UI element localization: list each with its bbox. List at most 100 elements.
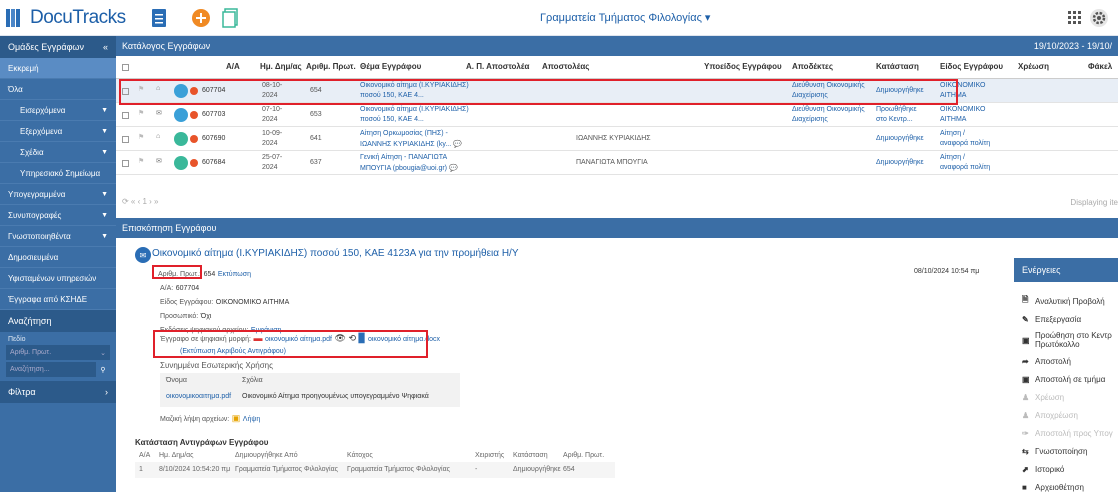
collapse-sidebar-icon[interactable]: «	[103, 42, 108, 52]
print-link[interactable]: Εκτύπωση	[218, 271, 251, 278]
logo-text: DocuTracks	[30, 7, 126, 28]
flag-icon[interactable]: ⚑	[138, 109, 144, 117]
col-doc-type[interactable]: Είδος Εγγράφου	[940, 62, 1003, 71]
sidebar-item[interactable]: Υφισταμένων υπηρεσιών	[0, 268, 116, 289]
select-all-checkbox[interactable]	[122, 64, 129, 71]
action-label: Αναλυτική Προβολή	[1035, 296, 1105, 306]
add-new-icon[interactable]	[190, 7, 212, 29]
pager[interactable]: ⟳ « ‹ 1 › »	[122, 197, 159, 206]
action-item[interactable]: ▣ Προώθηση στο Κεντρ Πρωτόκολλο	[1014, 328, 1118, 352]
bulk-download-link[interactable]: Λήψη	[243, 416, 260, 423]
settings-gear-icon[interactable]	[1088, 7, 1110, 29]
department-selector[interactable]: Γραμματεία Τμήματος Φιλολογίας ▾	[540, 11, 710, 24]
row-subject-2[interactable]: ΙΩΑΝΝΗΣ ΚΥΡΙΑΚΙΔΗΣ (ky... 💬	[360, 140, 462, 148]
table-header: A/A Ημ. Δημ/ας Αριθμ. Πρωτ. Θέμα Εγγράφο…	[116, 56, 1118, 79]
col-sender[interactable]: Αποστολέας	[542, 62, 589, 71]
flag-icon[interactable]: ⚑	[138, 157, 144, 165]
sidebar-item[interactable]: Σχέδια ▼	[0, 142, 116, 163]
sidebar-item[interactable]: Γνωστοποιηθέντα ▼	[0, 226, 116, 247]
action-item[interactable]: ⬈ Ιστορικό	[1014, 460, 1118, 478]
sidebar-item[interactable]: Υπηρεσιακό Σημείωμα	[0, 163, 116, 184]
templates-icon[interactable]	[220, 7, 242, 29]
row-protocol: 641	[310, 135, 322, 142]
preview-title: Επισκόπηση Εγγράφου	[122, 223, 217, 233]
row-id: 607684	[202, 159, 226, 166]
row-date: 25-07-	[262, 154, 283, 161]
sidebar-item[interactable]: Δημοσιευμένα	[0, 247, 116, 268]
sidebar-item[interactable]: Εκκρεμή	[0, 58, 116, 79]
row-sender: ΙΩΑΝΝΗΣ ΚΥΡΙΑΚΙΔΗΣ	[576, 135, 651, 142]
document-datetime: 08/10/2024 10:54 πμ	[914, 268, 980, 275]
col-recipients[interactable]: Αποδέκτες	[792, 62, 833, 71]
logo-mark-icon	[6, 9, 26, 27]
sidebar-item-label: Υπογεγραμμένα	[8, 189, 66, 199]
row-status: Δημιουργήθηκε	[876, 159, 924, 166]
expand-arrow-icon[interactable]: ▼	[101, 149, 108, 156]
col-charge[interactable]: Χρέωση	[1018, 62, 1049, 71]
col-protocol[interactable]: Αριθμ. Πρωτ.	[306, 62, 356, 71]
row-checkbox[interactable]	[122, 112, 129, 119]
row-protocol: 653	[310, 111, 322, 118]
action-item[interactable]: ✎ Επεξεργασία	[1014, 310, 1118, 328]
expand-arrow-icon[interactable]: ▼	[101, 191, 108, 198]
sidebar-item[interactable]: Εξερχόμενα ▼	[0, 121, 116, 142]
col-folder[interactable]: Φάκελ	[1088, 62, 1112, 71]
apps-grid-icon[interactable]	[1064, 7, 1086, 29]
action-icon: ♟	[1022, 410, 1030, 420]
field-select[interactable]: Αριθμ. Πρωτ. ⌄	[6, 345, 110, 360]
preview-header: Επισκόπηση Εγγράφου	[116, 218, 1118, 238]
expand-arrow-icon[interactable]: ▼	[101, 233, 108, 240]
sidebar-item[interactable]: Όλα	[0, 79, 116, 100]
copies-row-aa: 1	[139, 466, 143, 473]
search-icon[interactable]: ⚲	[96, 362, 110, 377]
date-range[interactable]: 19/10/2023 - 19/10/	[1034, 41, 1112, 51]
search-input[interactable]: Αναζήτηση... ⚲	[6, 362, 110, 377]
attachment-file-link[interactable]: οικονομικοαιτημα.pdf	[166, 393, 231, 400]
row-subject-2[interactable]: ποσού 150, ΚΑΕ 4...	[360, 116, 424, 123]
search-header[interactable]: Αναζήτηση	[0, 310, 116, 332]
row-subject[interactable]: Γενική Αίτηση - ΠΑΝΑΓΙΩΤΑ	[360, 154, 447, 161]
sidebar-item[interactable]: Υπογεγραμμένα ▼	[0, 184, 116, 205]
flag-icon[interactable]: ⚑	[138, 133, 144, 141]
filters-header[interactable]: Φίλτρα ›	[0, 381, 116, 403]
search-header-label: Αναζήτηση	[8, 316, 52, 326]
app-logo[interactable]: DocuTracks	[6, 6, 126, 30]
col-aa[interactable]: A/A	[226, 62, 240, 71]
sidebar-item[interactable]: Έγγραφα από ΚΣΗΔΕ	[0, 289, 116, 310]
actions-panel: Ενέργειες 🗎 Αναλυτική Προβολή ✎ Επεξεργασία…	[1014, 258, 1118, 492]
action-item[interactable]: 🗎 Αναλυτική Προβολή	[1014, 292, 1118, 310]
action-icon: ▣	[1022, 335, 1030, 345]
sidebar-item[interactable]: Εισερχόμενα ▼	[0, 100, 116, 121]
copies-row-status: Δημιουργήθηκε	[513, 466, 561, 473]
row-date: 10-09-	[262, 130, 283, 137]
row-subject[interactable]: Οικονομικό αίτημα (Ι.ΚΥΡΙΑΚΙΔΗΣ)	[360, 106, 469, 113]
row-subject-2[interactable]: ΜΠΟΥΓΙΑ (pbougia@uoi.gr) 💬	[360, 164, 458, 172]
col-sender-protocol[interactable]: Α. Π. Αποστολέα	[466, 62, 529, 71]
table-row[interactable]: ⚑ ✉ 607684 25-07- 2024 637 Γενική Αίτηση - ΠΑΝ…	[116, 151, 1118, 175]
action-label-wrap: Αποστολή προς Υπογ	[1035, 429, 1113, 438]
action-icon: ■	[1022, 482, 1027, 492]
col-subtype[interactable]: Υποείδος Εγγράφου	[704, 62, 782, 71]
sidebar-item-label: Υπηρεσιακό Σημείωμα	[20, 168, 101, 178]
action-label-wrap: Αποχρέωση	[1035, 411, 1078, 420]
table-row[interactable]: ⚑ ✉ 607703 07-10- 2024 653 Οικονομικό αίτημα (…	[116, 103, 1118, 127]
sidebar-item-label: Εκκρεμή	[8, 63, 39, 73]
action-item[interactable]: ■ Αρχειοθέτηση	[1014, 478, 1118, 492]
table-row[interactable]: ⚑ ⌂ 607690 10-09- 2024 641 Αίτηση Ορκωμοσίας (…	[116, 127, 1118, 151]
row-subject[interactable]: Αίτηση Ορκωμοσίας (ΠΗΣ) -	[360, 130, 448, 137]
action-label: Ιστορικό	[1035, 464, 1065, 474]
action-item[interactable]: ➦ Αποστολή	[1014, 352, 1118, 370]
action-item[interactable]: ⇆ Γνωστοποίηση	[1014, 442, 1118, 460]
row-checkbox[interactable]	[122, 160, 129, 167]
sidebar-item[interactable]: Συνυπογραφές ▼	[0, 205, 116, 226]
col-status[interactable]: Κατάσταση	[876, 62, 919, 71]
action-item[interactable]: ▣ Αποστολή σε τμήμα	[1014, 370, 1118, 388]
col-date[interactable]: Ημ. Δημ/ας	[260, 62, 302, 71]
documents-icon[interactable]	[148, 7, 170, 29]
col-subject[interactable]: Θέμα Εγγράφου	[360, 62, 421, 71]
row-checkbox[interactable]	[122, 136, 129, 143]
expand-arrow-icon[interactable]: ▼	[101, 212, 108, 219]
expand-arrow-icon[interactable]: ▼	[101, 128, 108, 135]
expand-arrow-icon[interactable]: ▼	[101, 107, 108, 114]
envelope-icon: ✉	[135, 247, 151, 263]
